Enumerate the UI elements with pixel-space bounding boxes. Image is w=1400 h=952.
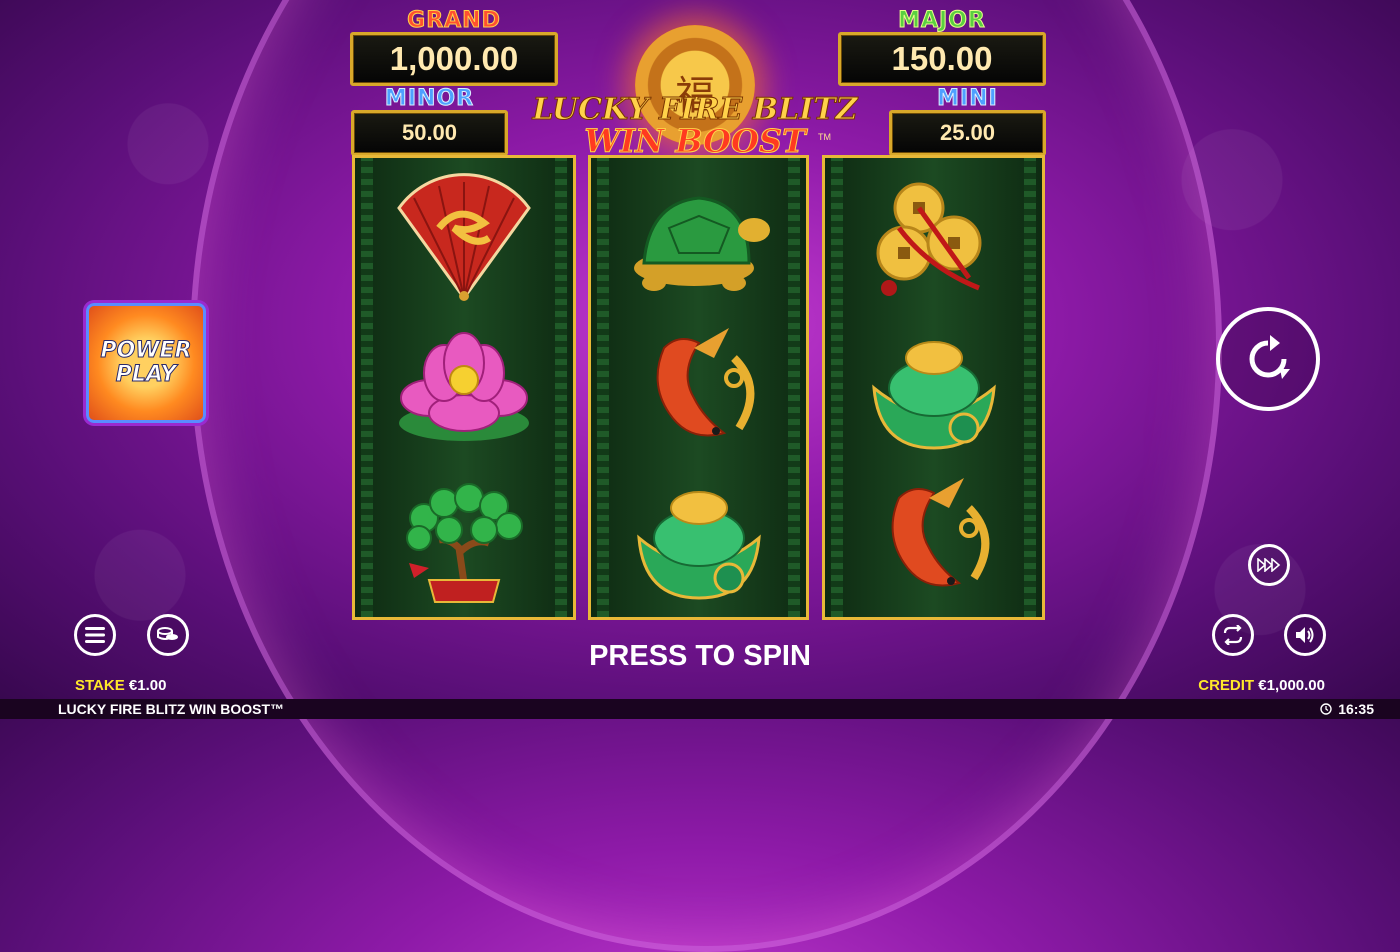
jackpot-major-value: 150.00: [838, 32, 1046, 86]
spin-button[interactable]: [1216, 307, 1320, 411]
sound-button[interactable]: [1284, 614, 1326, 656]
power-play-button[interactable]: POWER PLAY: [86, 303, 206, 423]
jackpot-grand-label: GRAND: [407, 8, 501, 33]
stake-button[interactable]: [147, 614, 189, 656]
coins-stack-icon: [157, 627, 178, 640]
reel-2: [588, 155, 809, 620]
ingot-icon: [825, 313, 1042, 463]
stake-label: STAKE: [75, 677, 125, 694]
clock-icon: [1320, 703, 1332, 715]
hamburger-icon: [85, 627, 105, 643]
jackpot-grand: GRAND 1,000.00: [350, 8, 558, 86]
speaker-icon: [1296, 627, 1314, 643]
spin-arrow-icon: [1249, 335, 1290, 379]
menu-button[interactable]: [74, 614, 116, 656]
power-play-line1: POWER: [100, 338, 192, 363]
jackpot-grand-value: 1,000.00: [350, 32, 558, 86]
koi-icon: [591, 313, 806, 463]
turtle-icon: [591, 163, 806, 313]
game-logo: 福 LUCKY FIRE BLITZ WIN BOOST TM: [530, 10, 860, 161]
lotus-icon: [355, 313, 573, 463]
money-tree-icon: [355, 463, 573, 613]
jackpot-minor: MINOR 50.00: [351, 86, 508, 156]
power-play-line2: PLAY: [115, 362, 177, 387]
press-to-spin-text: PRESS TO SPIN: [589, 640, 811, 672]
clock: 16:35: [1320, 701, 1374, 717]
jackpot-mini-label: MINI: [937, 86, 998, 111]
bottom-bar: LUCKY FIRE BLITZ WIN BOOST™ 16:35: [0, 699, 1400, 719]
credit-value: €1,000.00: [1258, 677, 1325, 694]
jackpot-mini: MINI 25.00: [889, 86, 1046, 156]
reel-3: [822, 155, 1045, 620]
jackpot-major: MAJOR 150.00: [838, 8, 1046, 86]
stake-value: €1.00: [128, 677, 167, 694]
clock-time: 16:35: [1338, 701, 1374, 717]
turbo-button[interactable]: [1248, 544, 1290, 586]
ingot-icon: [591, 463, 806, 613]
stake-display: STAKE €1.00: [75, 677, 166, 694]
autoplay-icon: [1223, 625, 1243, 645]
koi-icon: [825, 463, 1042, 613]
credit-display: CREDIT €1,000.00: [1198, 677, 1325, 694]
logo-tm: TM: [818, 132, 831, 142]
jackpot-mini-value: 25.00: [889, 110, 1046, 156]
reel-1: [352, 155, 576, 620]
credit-label: CREDIT: [1198, 677, 1255, 694]
coins-icon: [825, 163, 1042, 313]
autoplay-button[interactable]: [1212, 614, 1254, 656]
jackpot-minor-label: MINOR: [384, 86, 475, 111]
jackpot-major-label: MAJOR: [898, 8, 986, 33]
fast-forward-icon: [1257, 558, 1281, 572]
fan-icon: [355, 163, 573, 313]
jackpot-minor-value: 50.00: [351, 110, 508, 156]
game-title: LUCKY FIRE BLITZ WIN BOOST™: [58, 701, 285, 717]
